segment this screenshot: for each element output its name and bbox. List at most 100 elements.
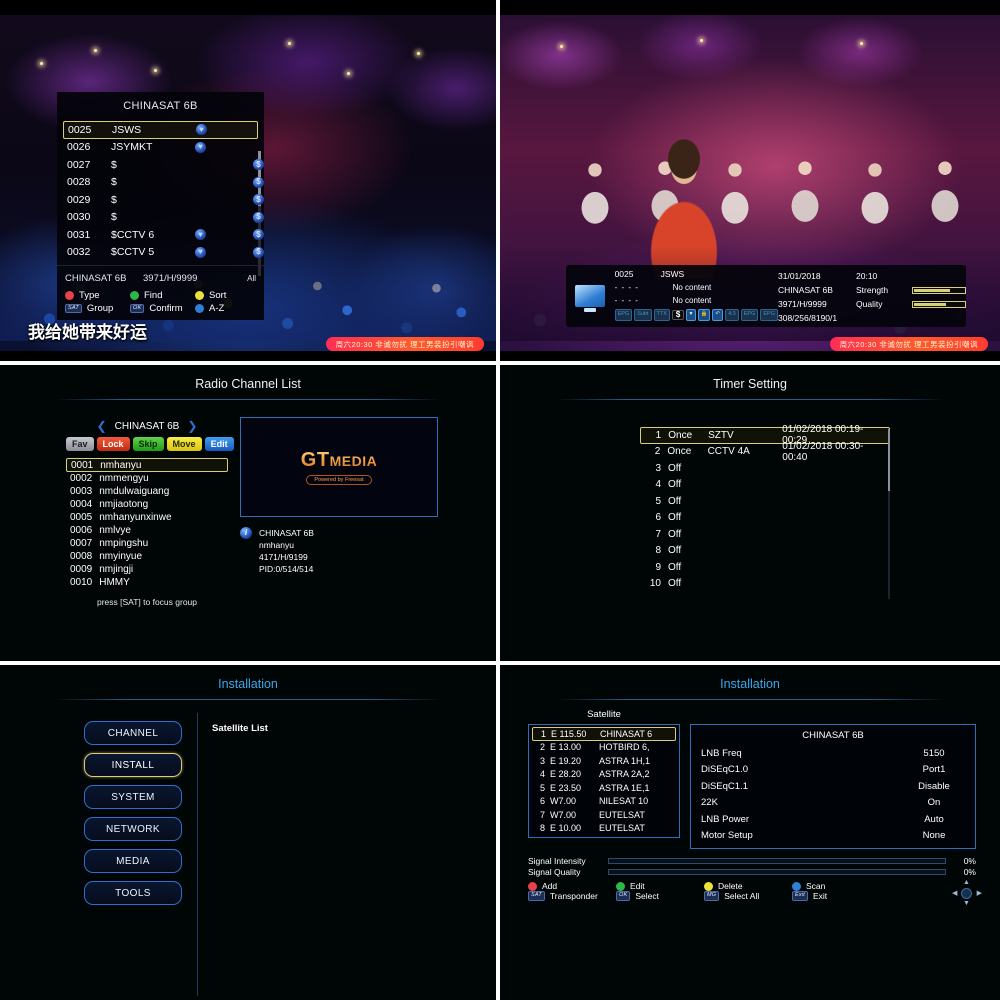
menu-button-media[interactable]: MEDIA xyxy=(84,849,182,873)
lnb-row[interactable]: LNB Freq 5150 xyxy=(701,745,965,762)
key-az[interactable]: A-Z xyxy=(195,303,256,314)
timer-channel: CCTV 4A xyxy=(707,446,750,458)
channel-row[interactable]: 0031 $CCTV 6 ♥ $ xyxy=(63,226,264,244)
key-label: Type xyxy=(79,290,100,301)
channel-row[interactable]: 0030 $ $ xyxy=(63,209,264,227)
satellite-row[interactable]: 4 E 28.20 ASTRA 2A,2 xyxy=(532,768,676,782)
menu-button-system[interactable]: SYSTEM xyxy=(84,785,182,809)
radio-row[interactable]: 0001 nmhanyu xyxy=(66,458,228,473)
menu-button-install[interactable]: INSTALL xyxy=(84,753,182,777)
channel-row[interactable]: 0027 $ $ xyxy=(63,156,264,174)
dpad-up-icon[interactable]: ▲ xyxy=(963,879,970,886)
chevron-right-icon[interactable]: ❯ xyxy=(187,420,197,432)
scrambled-dollar-icon: $ xyxy=(253,159,264,171)
channel-row[interactable]: 0025 JSWS ♥ xyxy=(63,121,258,139)
timer-mode: Once xyxy=(668,429,693,441)
timer-list[interactable]: 1 Once SZTV 01/02/2018 00:19-00:29 2 Onc… xyxy=(640,424,890,653)
satellite-list[interactable]: 1 E 115.50 CHINASAT 6 2 E 13.00 HOTBIRD … xyxy=(528,724,680,838)
channel-row[interactable]: 0032 $CCTV 5 ♥ $ xyxy=(63,244,264,262)
chevron-left-icon[interactable]: ❮ xyxy=(97,420,107,432)
key-sort[interactable]: Sort xyxy=(195,290,256,301)
timer-index: 5 xyxy=(655,495,661,507)
dpad-icon[interactable]: ▲ ▼ ◀ ▶ xyxy=(952,879,982,907)
radio-row[interactable]: 0008 nmyinyue xyxy=(66,550,228,563)
satellite-row[interactable]: 1 E 115.50 CHINASAT 6 xyxy=(532,727,676,741)
tag-skip[interactable]: Skip xyxy=(132,437,164,452)
radio-row[interactable]: 0002 nmmengyu xyxy=(66,472,228,485)
dpad-left-icon[interactable]: ◀ xyxy=(952,889,957,897)
lnb-row[interactable]: DiSEqC1.0 Port1 xyxy=(701,762,965,779)
channel-name: $CCTV 5 xyxy=(111,246,155,259)
key-edit[interactable]: Edit xyxy=(616,881,704,891)
menu-button-network[interactable]: NETWORK xyxy=(84,817,182,841)
radio-row[interactable]: 0006 nmlvye xyxy=(66,524,228,537)
timer-row[interactable]: 2 Once CCTV 4A 01/02/2018 00:30-00:40 xyxy=(640,441,890,463)
radio-row[interactable]: 0003 nmdulwaiguang xyxy=(66,485,228,498)
dpad-right-icon[interactable]: ▶ xyxy=(977,889,982,897)
timer-row[interactable]: 10 Off xyxy=(640,576,890,593)
channel-row[interactable]: 0026 JSYMKT ♥ xyxy=(63,139,258,157)
satellite-row[interactable]: 8 E 10.00 EUTELSAT xyxy=(532,822,676,836)
satellite-row[interactable]: 2 E 13.00 HOTBIRD 6, xyxy=(532,741,676,755)
timer-mode: Off xyxy=(668,578,682,590)
event-time: - - - - xyxy=(614,296,639,305)
timer-row[interactable]: 5 Off xyxy=(640,493,890,510)
timer-row[interactable]: 6 Off xyxy=(640,510,890,527)
lnb-row[interactable]: Motor Setup None xyxy=(701,828,965,845)
key-transponder[interactable]: SAT Transponder xyxy=(528,891,616,901)
group-selector[interactable]: ❮ CHINASAT 6B ❯ xyxy=(66,417,228,437)
radio-row[interactable]: 0004 nmjiaotong xyxy=(66,498,228,511)
radio-number: 0010 xyxy=(70,577,93,589)
key-select-all[interactable]: MG Select All xyxy=(704,891,792,901)
lnb-key: LNB Freq xyxy=(701,747,742,759)
menu-button-tools[interactable]: TOOLS xyxy=(84,881,182,905)
satellite-row[interactable]: 3 E 19.20 ASTRA 1H,1 xyxy=(532,754,676,768)
timer-row[interactable]: 9 Off xyxy=(640,559,890,576)
key-scan[interactable]: Scan xyxy=(792,881,880,891)
timer-row[interactable]: 7 Off xyxy=(640,526,890,543)
tag-lock[interactable]: Lock xyxy=(96,437,130,452)
radio-row[interactable]: 0007 nmpingshu xyxy=(66,537,228,550)
radio-number: 0002 xyxy=(70,473,93,485)
radio-row[interactable]: 0010 HMMY xyxy=(66,576,228,589)
satellite-row[interactable]: 5 E 23.50 ASTRA 1E,1 xyxy=(532,781,676,795)
timer-row[interactable]: 8 Off xyxy=(640,543,890,560)
tag-move[interactable]: Move xyxy=(166,437,202,452)
key-exit[interactable]: Exit Exit xyxy=(792,891,880,901)
timer-row[interactable]: 4 Off xyxy=(640,477,890,494)
timer-index: 9 xyxy=(655,561,661,573)
satellite-row[interactable]: 7 W7.00 EUTELSAT xyxy=(532,808,676,822)
lnb-row[interactable]: 22K On xyxy=(701,795,965,812)
tag-fav[interactable]: Fav xyxy=(66,437,94,452)
dpad-down-icon[interactable]: ▼ xyxy=(963,900,970,907)
channel-rows[interactable]: 0025 JSWS ♥ 0026 JSYMKT ♥ 0027 $ $ 0028 … xyxy=(57,121,264,276)
satellite-caption: Satellite xyxy=(587,709,621,720)
key-delete[interactable]: Delete xyxy=(704,881,792,891)
key-select[interactable]: OK Select xyxy=(616,891,704,901)
satellite-list-label[interactable]: Satellite List xyxy=(212,723,434,734)
key-type[interactable]: Type xyxy=(65,290,126,301)
timer-scrollbar[interactable] xyxy=(888,429,890,599)
menu-button-channel[interactable]: CHANNEL xyxy=(84,721,182,745)
channel-name: $ xyxy=(111,211,117,224)
sat-name: HOTBIRD 6, xyxy=(599,742,650,753)
key-add[interactable]: Add xyxy=(528,881,616,891)
tv-subtitle: 我给她带来好运 xyxy=(28,323,147,342)
lnb-row[interactable]: LNB Power Auto xyxy=(701,811,965,828)
header-divider xyxy=(555,399,945,400)
radio-row[interactable]: 0005 nmhanyunxinwe xyxy=(66,511,228,524)
menu-button-icon: MG xyxy=(704,891,720,901)
channel-row[interactable]: 0028 $ $ xyxy=(63,174,264,192)
satellite-row[interactable]: 6 W7.00 NILESAT 10 xyxy=(532,795,676,809)
lnb-row[interactable]: DiSEqC1.1 Disable xyxy=(701,778,965,795)
key-group[interactable]: SAT Group xyxy=(65,303,126,314)
key-find[interactable]: Find xyxy=(130,290,191,301)
key-confirm[interactable]: OK Confirm xyxy=(130,303,191,314)
scrambled-dollar-icon: $ xyxy=(253,176,264,188)
radio-name: nmhanyunxinwe xyxy=(99,512,172,524)
radio-row[interactable]: 0009 nmjingji xyxy=(66,563,228,576)
ok-button-icon: OK xyxy=(616,891,631,901)
dpad-center-icon[interactable] xyxy=(961,888,972,899)
channel-row[interactable]: 0029 $ $ xyxy=(63,191,264,209)
colorkey-legend: ▲ ▼ ◀ ▶ Add Edit Delete Scan SAT Transpo… xyxy=(516,877,988,907)
